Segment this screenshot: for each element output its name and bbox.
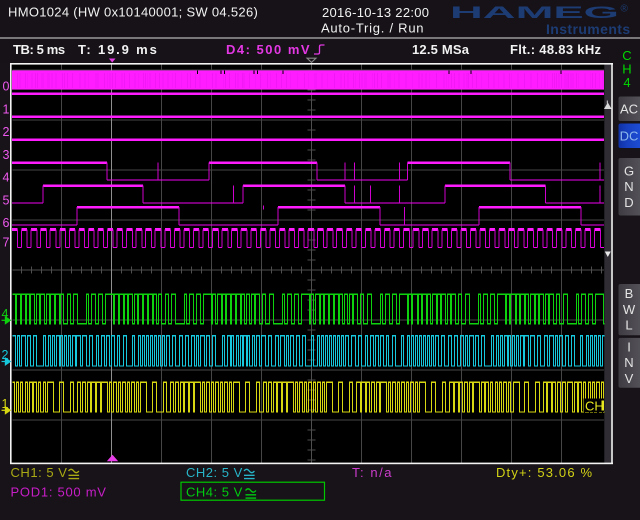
svg-text:2: 2 — [3, 125, 10, 139]
svg-text:4: 4 — [3, 171, 10, 185]
svg-text:D: D — [624, 195, 633, 210]
svg-text:HMO1024 (HW 0x10140001; SW 04.: HMO1024 (HW 0x10140001; SW 04.526) — [8, 5, 258, 20]
svg-text:B: B — [625, 286, 634, 301]
svg-text:2016-10-13 22:00: 2016-10-13 22:00 — [322, 5, 429, 20]
svg-text:DC: DC — [620, 128, 639, 143]
svg-text:TB: 5 ms: TB: 5 ms — [13, 42, 65, 57]
svg-text:®: ® — [621, 4, 629, 15]
svg-text:0: 0 — [3, 80, 10, 94]
svg-text:L: L — [625, 318, 632, 333]
svg-text:CH1: 5 V: CH1: 5 V — [11, 465, 68, 480]
svg-text:N: N — [624, 179, 633, 194]
svg-text:AC: AC — [620, 101, 638, 116]
svg-text:T: 19.9 ms: T: 19.9 ms — [78, 42, 159, 57]
svg-text:12.5 MSa: 12.5 MSa — [412, 42, 470, 57]
svg-text:1: 1 — [3, 102, 10, 116]
svg-text:POD1: 500 mV: POD1: 500 mV — [11, 485, 107, 500]
svg-text:W: W — [623, 302, 636, 317]
svg-text:Flt.: 48.83 kHz: Flt.: 48.83 kHz — [510, 42, 602, 57]
svg-text:5: 5 — [3, 193, 10, 207]
svg-text:CH4: 5 V: CH4: 5 V — [186, 485, 243, 500]
svg-text:D4: 500 mV: D4: 500 mV — [226, 42, 311, 57]
svg-text:N: N — [624, 355, 633, 370]
svg-text:G: G — [624, 163, 634, 178]
svg-text:6: 6 — [3, 216, 10, 230]
svg-text:7: 7 — [3, 236, 10, 250]
svg-text:CH2: 5 V: CH2: 5 V — [186, 465, 243, 480]
svg-text:Dty+: 53.06 %: Dty+: 53.06 % — [496, 465, 593, 480]
svg-text:T: n/a: T: n/a — [352, 465, 393, 480]
svg-text:CH: CH — [585, 399, 604, 414]
svg-text:I: I — [627, 339, 631, 354]
svg-text:V: V — [625, 371, 634, 386]
svg-text:Instruments: Instruments — [546, 21, 631, 37]
svg-text:HAMEG: HAMEG — [450, 3, 619, 22]
svg-text:Auto-Trig. / Run: Auto-Trig. / Run — [321, 21, 424, 36]
svg-text:3: 3 — [3, 148, 10, 162]
svg-text:4: 4 — [623, 75, 630, 90]
